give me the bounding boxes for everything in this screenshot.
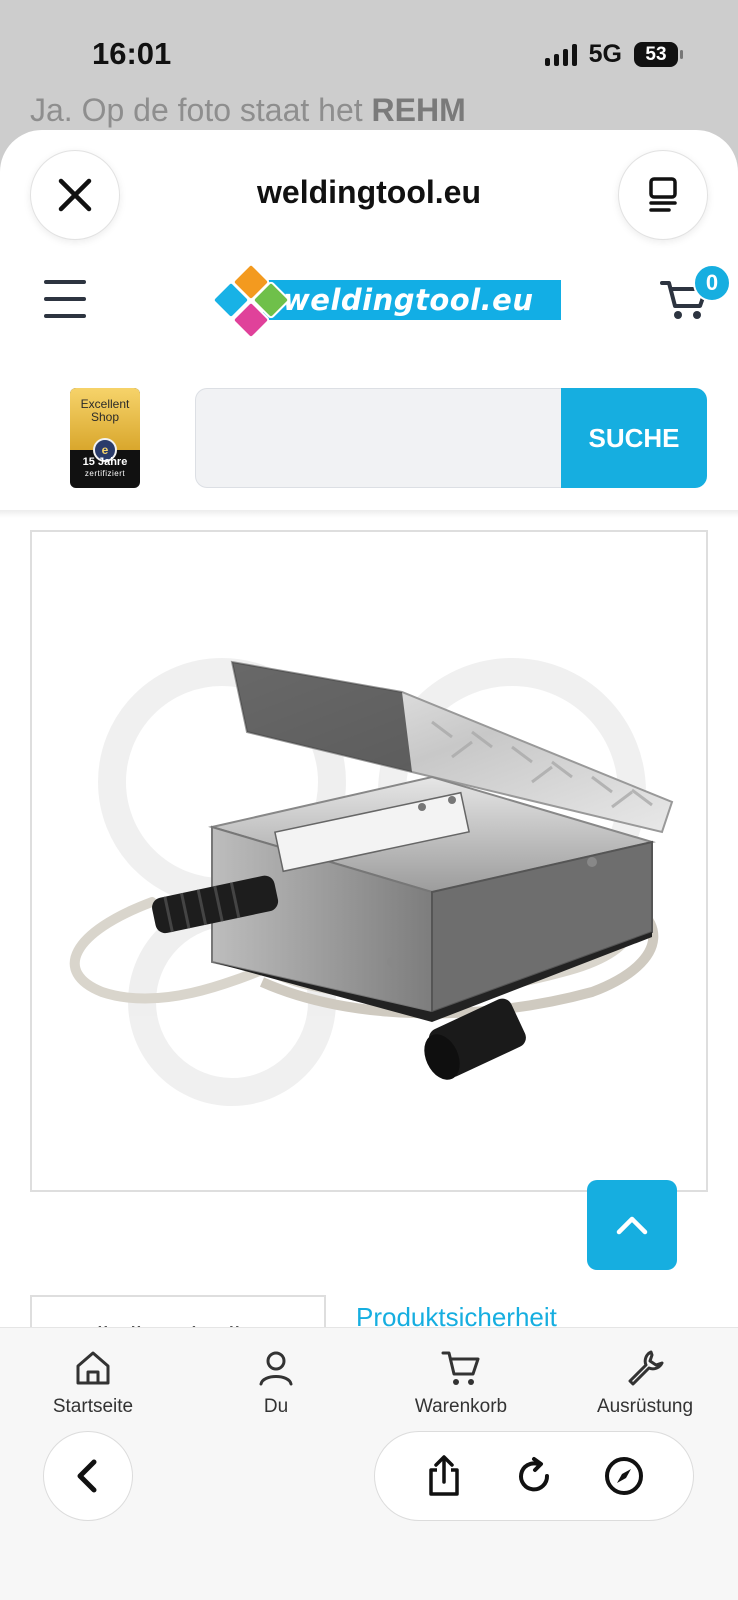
status-bar: 16:01 5G 53	[0, 0, 738, 100]
browser-sheet: weldingtool.eu weldingtool.eu 0 Excellen…	[0, 130, 738, 1600]
share-button[interactable]	[414, 1446, 474, 1506]
reload-button[interactable]	[504, 1446, 564, 1506]
trust-badge-line2: Shop	[90, 410, 120, 424]
compass-button[interactable]	[594, 1446, 654, 1506]
scroll-to-top-button[interactable]	[587, 1180, 677, 1270]
logo-text: weldingtool.eu	[283, 283, 534, 317]
chevron-left-icon	[77, 1459, 97, 1493]
background-message-prefix: Ja. Op de foto staat het	[30, 92, 372, 128]
compass-icon	[605, 1457, 643, 1495]
tabs-button[interactable]	[618, 150, 708, 240]
background-message-bold: REHM	[371, 92, 466, 128]
cart-icon	[441, 1351, 480, 1385]
header-divider	[0, 510, 738, 518]
trust-badge-certified: zertifiziert	[84, 469, 126, 478]
chevron-up-icon	[616, 1216, 648, 1235]
trust-badge-bottom: 15 Jahre zertifiziert	[70, 456, 140, 480]
reload-icon	[519, 1457, 550, 1492]
battery-icon: 53	[634, 42, 683, 67]
nav-item-warenkorb[interactable]: Warenkorb	[386, 1348, 536, 1418]
stack-icon	[649, 177, 677, 212]
status-indicators: 5G 53	[544, 40, 683, 69]
status-time: 16:01	[92, 36, 172, 71]
site-logo[interactable]: weldingtool.eu	[203, 262, 563, 342]
nav-label-warenkorb: Warenkorb	[414, 1396, 508, 1417]
nav-label-startseite: Startseite	[52, 1396, 134, 1417]
browser-actions	[374, 1431, 694, 1521]
nav-item-startseite[interactable]: Startseite	[18, 1348, 168, 1418]
back-button[interactable]	[43, 1431, 133, 1521]
product-image-frame[interactable]	[30, 530, 708, 1192]
trust-badge-years: 15 Jahre	[82, 456, 128, 468]
nav-label-ausruestung: Ausrüstung	[596, 1396, 694, 1417]
signal-icon	[544, 43, 577, 66]
home-icon	[76, 1351, 110, 1385]
foot-pedal-product-image	[69, 658, 674, 1106]
nav-item-du[interactable]: Du	[201, 1348, 351, 1418]
nav-item-ausruestung[interactable]: Ausrüstung	[570, 1348, 720, 1418]
user-icon	[259, 1351, 293, 1386]
search-input[interactable]	[195, 388, 561, 488]
share-icon	[429, 1455, 459, 1496]
background-message-text: Ja. Op de foto staat het REHM	[30, 92, 466, 129]
network-type: 5G	[588, 40, 622, 68]
nav-label-du: Du	[263, 1396, 289, 1417]
bottom-toolbar: Startseite Du Warenkorb Ausrüstung	[0, 1327, 738, 1600]
search-bar: SUCHE	[195, 388, 707, 488]
trust-badge[interactable]: Excellent Shop e 15 Jahre zertifiziert	[70, 388, 140, 488]
search-button[interactable]: SUCHE	[561, 388, 707, 488]
cart-count-badge: 0	[693, 264, 731, 302]
wrench-icon	[628, 1350, 664, 1386]
hamburger-menu-icon[interactable]	[44, 280, 86, 318]
